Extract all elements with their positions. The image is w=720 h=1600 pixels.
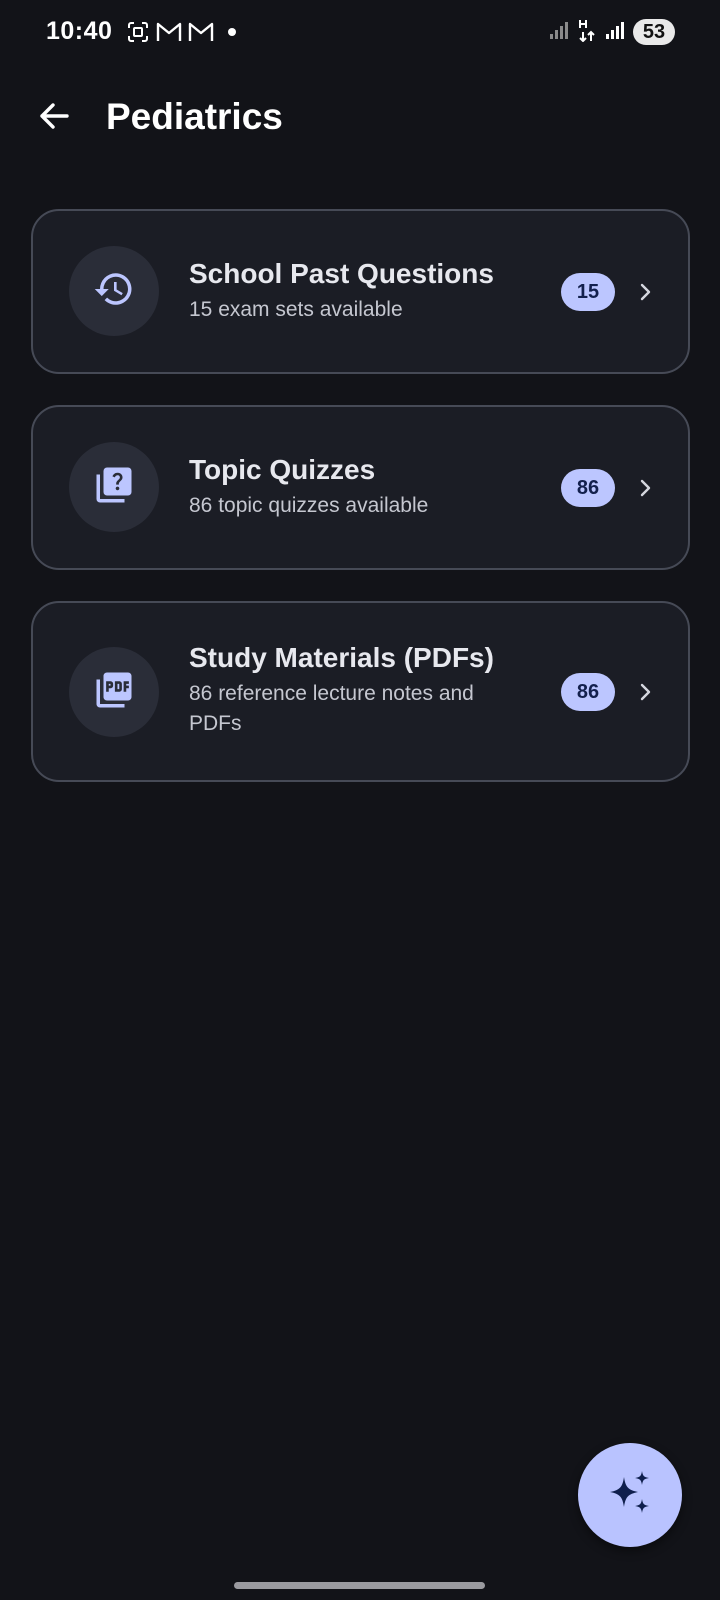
chevron-right-icon [633, 280, 657, 304]
signal-icon [549, 20, 569, 45]
card-subtitle: 15 exam sets available [189, 298, 403, 321]
notification-dot-icon [228, 28, 236, 36]
card-subtitle: 86 topic quizzes available [189, 494, 429, 517]
count-badge: 15 [561, 273, 615, 311]
screenshot-icon [126, 20, 150, 44]
card-school-past-questions[interactable]: School Past Questions 15 exam sets avail… [31, 209, 690, 374]
gmail-icon [188, 21, 214, 43]
history-icon [93, 268, 135, 315]
back-button[interactable] [28, 92, 80, 144]
count-badge: 86 [561, 469, 615, 507]
arrow-back-icon [37, 99, 71, 138]
sparkle-icon [604, 1467, 656, 1524]
battery-icon: 53 [633, 19, 675, 45]
card-title: Topic Quizzes [189, 454, 376, 485]
quiz-icon [93, 464, 135, 511]
count-badge: 86 [561, 673, 615, 711]
quiz-icon-container [69, 442, 159, 532]
pdf-icon-container [69, 647, 159, 737]
app-bar: Pediatrics [0, 80, 720, 156]
status-bar: 10:40 53 [0, 0, 720, 64]
card-study-materials[interactable]: Study Materials (PDFs) 86 reference lect… [31, 601, 690, 782]
card-text: Topic Quizzes 86 topic quizzes available [189, 453, 529, 521]
screen: 10:40 53 Pediatrics School Past Question… [0, 0, 720, 1600]
history-icon-container [69, 246, 159, 336]
status-right-icons: 53 [549, 18, 675, 46]
gmail-icon [156, 21, 182, 43]
data-transfer-icon [577, 18, 597, 47]
pdf-icon [93, 669, 135, 716]
status-time: 10:40 [46, 17, 113, 45]
gesture-navigation-bar[interactable] [234, 1582, 485, 1589]
card-title: Study Materials (PDFs) [189, 642, 494, 673]
status-left-icons [126, 20, 236, 44]
chevron-right-icon [633, 476, 657, 500]
card-topic-quizzes[interactable]: Topic Quizzes 86 topic quizzes available… [31, 405, 690, 570]
card-text: Study Materials (PDFs) 86 reference lect… [189, 641, 529, 739]
card-subtitle: 86 reference lecture notes and PDFs [189, 682, 474, 735]
card-text: School Past Questions 15 exam sets avail… [189, 257, 529, 325]
chevron-right-icon [633, 680, 657, 704]
signal-icon [605, 20, 625, 45]
card-title: School Past Questions [189, 258, 494, 289]
page-title: Pediatrics [106, 96, 283, 137]
ai-assistant-fab[interactable] [578, 1443, 682, 1547]
